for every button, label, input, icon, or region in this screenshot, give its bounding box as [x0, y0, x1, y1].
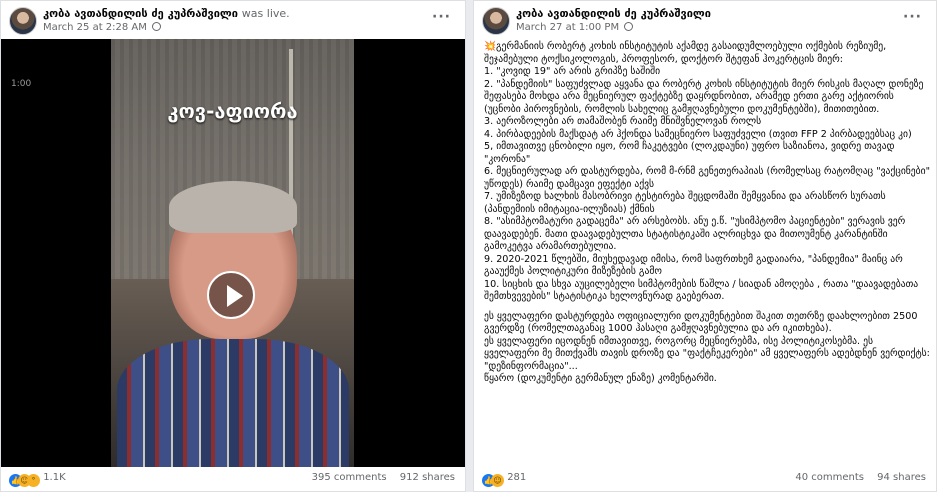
reactions-count: 1.1K — [43, 472, 66, 483]
engagement-counts: 40 comments 94 shares — [785, 472, 926, 483]
comments-count[interactable]: 395 comments — [312, 472, 387, 483]
wow-icon: ° — [27, 474, 40, 487]
person-shirt — [117, 339, 349, 467]
reactions-summary[interactable]: 👍☺ ° 1.1K — [9, 472, 66, 487]
post-header: კობა ავთანდილის ძე კუპრაშვილი was live. … — [1, 1, 465, 39]
globe-icon — [624, 22, 634, 31]
post-paragraph: 1. "კოვიდ 19" არ არის გრიპზე საშიში — [484, 66, 661, 77]
avatar[interactable] — [9, 7, 37, 35]
shares-count[interactable]: 94 shares — [877, 472, 926, 483]
post-paragraph: 2. "პანდემიის" საფუძვლად აყვანა და რობერ… — [484, 78, 924, 115]
globe-icon — [152, 22, 162, 31]
post-timestamp[interactable]: March 25 at 2:28 AM — [43, 22, 147, 33]
post-paragraph: 9. 2020-2021 წლებში, მიუხედავად იმისა, რ… — [484, 253, 903, 278]
video-overlay-title: კოვ-აფიორა — [167, 99, 298, 123]
live-status: was live. — [241, 7, 290, 20]
more-options-icon[interactable]: ··· — [903, 9, 922, 25]
author-name[interactable]: კობა ავთანდილის ძე კუპრაშვილი — [516, 7, 711, 20]
reactions-count: 281 — [507, 472, 527, 483]
author-line: კობა ავთანდილის ძე კუპრაშვილი — [516, 7, 711, 20]
post-paragraph: ეს ყველაფერი იცოდნენ იმთავითვე, როგორც მ… — [484, 335, 930, 372]
post-meta: March 27 at 1:00 PM — [516, 22, 634, 33]
post-paragraph: 7. უმიზეზოდ ხალხის მასობრივი ტესტირება შ… — [484, 191, 886, 215]
post-right: კობა ავთანდილის ძე კუპრაშვილი March 27 a… — [473, 0, 937, 492]
post-body: 💥გერმანიის რობერტ კოხის ინსტიტუტის აქამდ… — [484, 41, 930, 386]
post-paragraph: 5, იმთავითვე ცნობილი იყო, რომ ჩაკეტვები … — [484, 141, 895, 165]
video-player[interactable]: 1:00 კოვ-აფიორა — [1, 39, 465, 467]
post-paragraph: 6. მეცნიერულად არ დასტურდება, რომ მ-რნმ … — [484, 166, 931, 190]
author-name[interactable]: კობა ავთანდილის ძე კუპრაშვილი — [43, 7, 238, 20]
post-paragraph: წყარო (დოკუმენტი გერმანულ ენაზე) კომენტა… — [484, 373, 717, 384]
person-hair — [169, 181, 297, 233]
post-paragraph: ეს ყველაფერი დასტურდება ოფიციალური დოკუმ… — [484, 310, 918, 335]
haha-icon: ☺ — [491, 474, 504, 487]
post-paragraph: 8. "ასიმპტომატური გადაცემა" არ არსებობს.… — [484, 216, 906, 252]
post-left: კობა ავთანდილის ძე კუპრაშვილი was live. … — [0, 0, 466, 492]
avatar[interactable] — [482, 7, 510, 35]
post-paragraph: 10. სიცხის და სხვა აუცილებელი სიმპტომები… — [484, 278, 919, 303]
post-footer: 👍☺ ° 1.1K 395 comments 912 shares — [1, 465, 465, 491]
post-paragraph: 4. პირბადეების მაქსდატ არ ჰქონდა სამეცნი… — [484, 128, 912, 140]
post-footer: 👍☺ 281 40 comments 94 shares — [474, 465, 936, 491]
more-options-icon[interactable]: ··· — [432, 9, 451, 25]
video-frame: კოვ-აფიორა — [111, 39, 354, 467]
engagement-counts: 395 comments 912 shares — [302, 472, 455, 483]
video-timecode: 1:00 — [11, 79, 32, 89]
reactions-summary[interactable]: 👍☺ 281 — [482, 472, 526, 487]
shares-count[interactable]: 912 shares — [400, 472, 455, 483]
author-line: კობა ავთანდილის ძე კუპრაშვილი was live. — [43, 7, 290, 20]
post-paragraph: 3. აეროზოლები არ თამაშობენ რაიმე მნიშვნე… — [484, 116, 762, 127]
post-timestamp[interactable]: March 27 at 1:00 PM — [516, 22, 619, 33]
post-paragraph: 💥გერმანიის რობერტ კოხის ინსტიტუტის აქამდ… — [484, 41, 887, 65]
post-meta: March 25 at 2:28 AM — [43, 22, 162, 33]
post-header: კობა ავთანდილის ძე კუპრაშვილი March 27 a… — [474, 1, 936, 39]
comments-count[interactable]: 40 comments — [795, 472, 864, 483]
play-button-icon[interactable] — [207, 271, 255, 319]
